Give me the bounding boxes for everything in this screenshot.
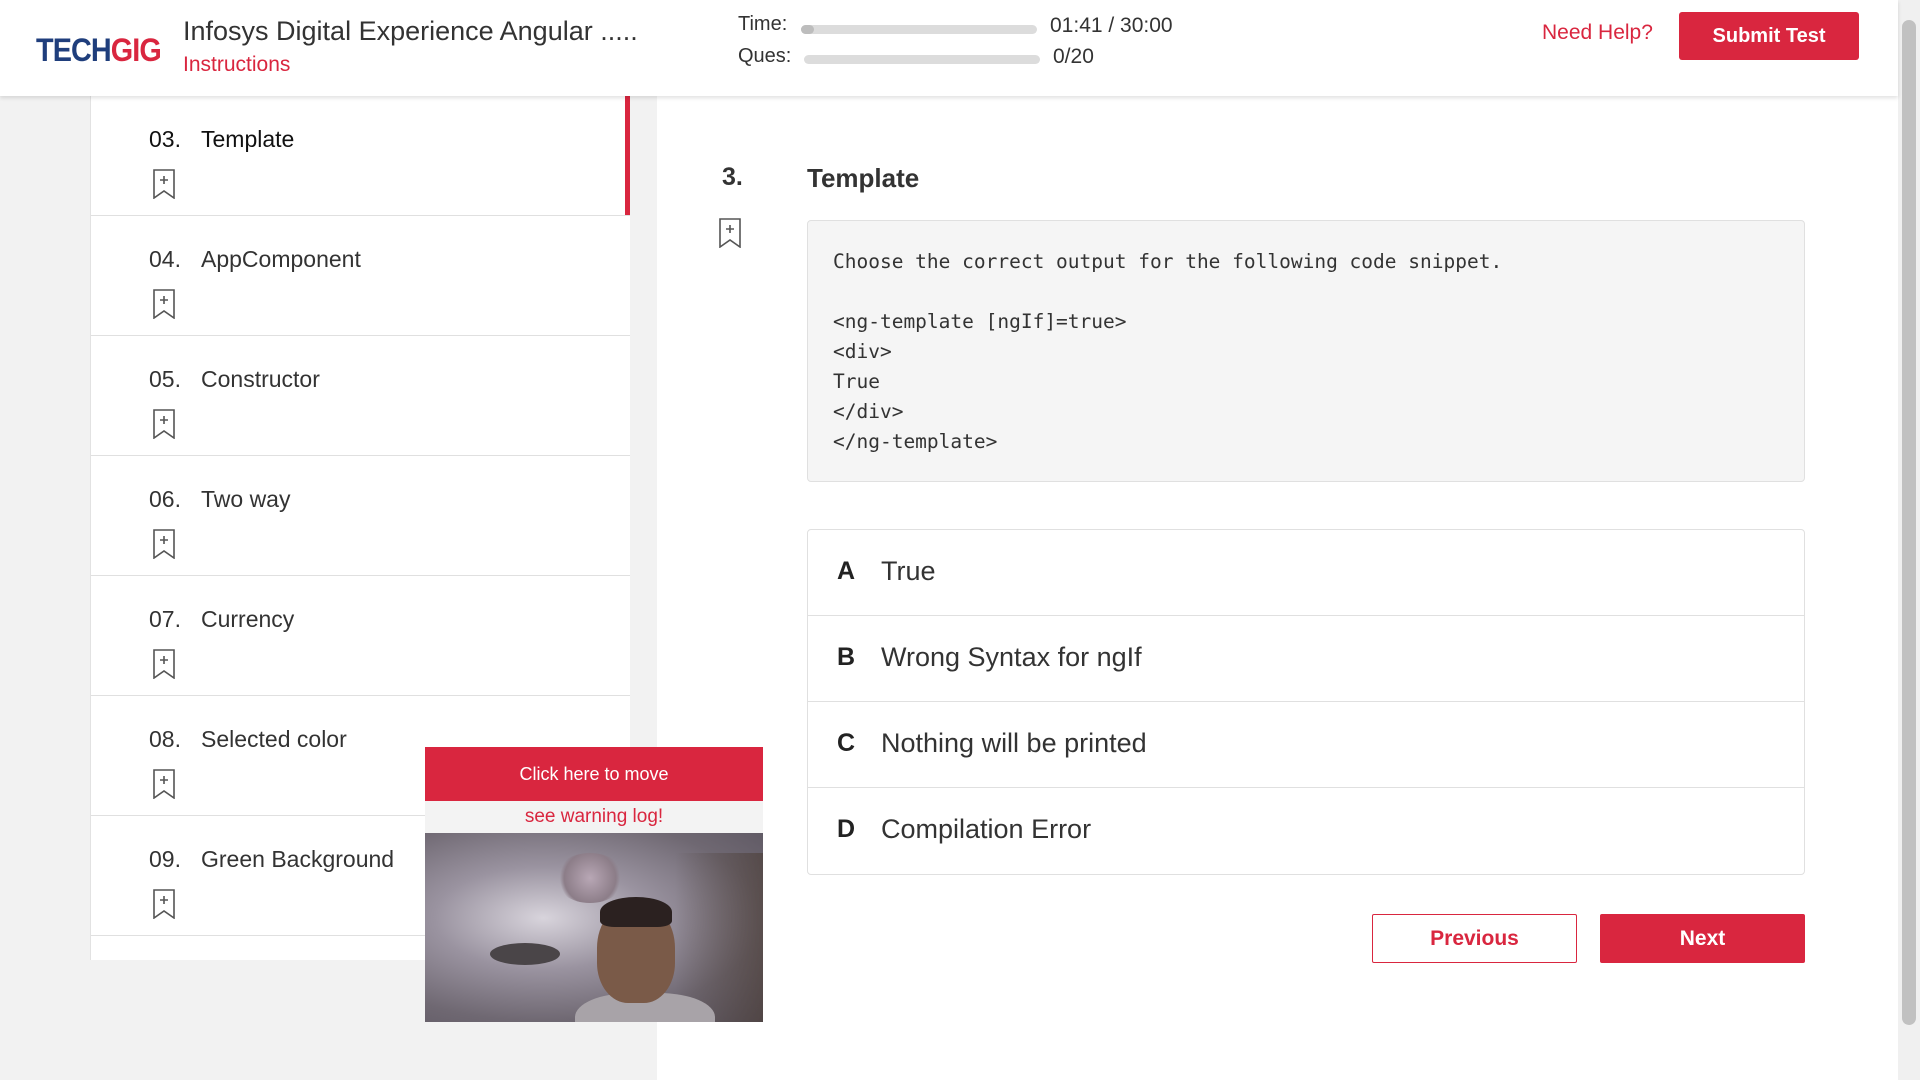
answer-options: A True B Wrong Syntax for ngIf C Nothing… [807,529,1805,875]
ques-value: 0/20 [1053,45,1094,68]
question-name: Two way [201,486,291,512]
proctor-webcam-widget: Click here to move see warning log! [425,747,763,1022]
techgig-logo[interactable]: TECHGIG [36,32,162,69]
question-panel: 3. Template Choose the correct output fo… [657,96,1898,1080]
scrollbar-thumb[interactable] [1902,20,1916,1025]
question-number: 05. [149,366,181,392]
option-a[interactable]: A True [808,530,1804,616]
bookmark-add-icon[interactable] [153,649,175,679]
webcam-background-fan [490,943,560,965]
current-question-title: Template [807,163,920,193]
question-item-07[interactable]: 07. Currency [91,576,630,696]
question-name: Selected color [201,726,347,752]
question-item-04[interactable]: 04. AppComponent [91,216,630,336]
option-d[interactable]: D Compilation Error [808,788,1804,874]
option-letter: B [837,643,856,671]
question-number: 08. [149,726,181,752]
option-letter: D [837,815,856,843]
ques-label: Ques: [738,45,792,67]
bookmark-add-icon[interactable] [153,529,175,559]
question-name: Constructor [201,366,320,392]
question-name: Template [201,126,295,152]
webcam-feed [425,833,763,1022]
question-name: AppComponent [201,246,361,272]
question-code-snippet: Choose the correct output for the follow… [807,220,1805,482]
question-number: 06. [149,486,181,512]
bookmark-add-icon[interactable] [153,169,175,199]
previous-button[interactable]: Previous [1372,914,1577,963]
option-c[interactable]: C Nothing will be printed [808,702,1804,788]
top-header: TECHGIG Infosys Digital Experience Angul… [0,0,1898,96]
option-text: Compilation Error [881,814,1092,844]
question-item-06[interactable]: 06. Two way [91,456,630,576]
submit-test-button[interactable]: Submit Test [1679,12,1859,60]
time-progress-fill [801,25,815,34]
option-text: Nothing will be printed [881,728,1147,758]
bookmark-add-icon[interactable] [153,289,175,319]
option-b[interactable]: B Wrong Syntax for ngIf [808,616,1804,702]
option-letter: C [837,729,856,757]
option-text: Wrong Syntax for ngIf [881,642,1142,672]
webcam-background-lamp [555,853,625,903]
ques-progress-bar [804,55,1040,64]
time-label: Time: [738,13,788,35]
question-number: 03. [149,126,181,152]
current-question-number: 3. [722,163,743,191]
bookmark-add-icon[interactable] [719,218,741,248]
question-number: 04. [149,246,181,272]
time-value: 01:41 / 30:00 [1050,14,1173,37]
move-widget-handle[interactable]: Click here to move [425,747,763,801]
question-item-05[interactable]: 05. Constructor [91,336,630,456]
bookmark-add-icon[interactable] [153,769,175,799]
question-number: 07. [149,606,181,632]
test-title: Infosys Digital Experience Angular ..... [183,16,638,46]
instructions-link[interactable]: Instructions [183,53,290,77]
bookmark-add-icon[interactable] [153,889,175,919]
bookmark-add-icon[interactable] [153,409,175,439]
logo-gig-text: GIG [110,32,162,68]
question-item-03[interactable]: 03. Template [91,96,630,216]
need-help-link[interactable]: Need Help? [1542,21,1653,45]
logo-tech-text: TECH [36,32,112,68]
question-name: Currency [201,606,295,632]
question-name: Green Background [201,846,395,872]
time-progress-bar [801,25,1037,34]
next-button[interactable]: Next [1600,914,1805,963]
option-letter: A [837,557,856,585]
question-number: 09. [149,846,181,872]
webcam-person-hair [600,897,672,927]
warning-log-link[interactable]: see warning log! [425,801,763,833]
option-text: True [881,556,936,586]
page-scrollbar[interactable] [1898,0,1920,1080]
